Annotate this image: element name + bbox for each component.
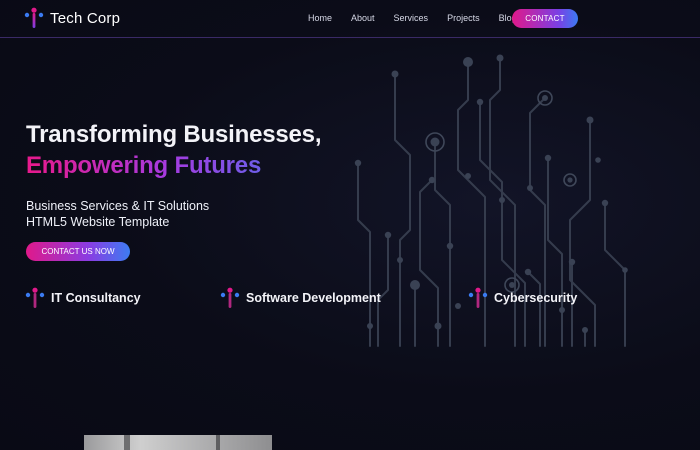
circuit-board-illustration (354, 54, 628, 347)
section-image (84, 435, 272, 450)
contact-button[interactable]: CONTACT (512, 9, 578, 28)
page: Tech Corp Home About Services Projects B… (0, 0, 700, 450)
service-label: Software Development (246, 291, 381, 305)
hero-subtitle-line-1: Business Services & IT Solutions (26, 199, 210, 213)
brand-logo[interactable]: Tech Corp (24, 6, 120, 30)
main-nav: Home About Services Projects Blog (308, 9, 536, 27)
service-software-development[interactable]: Software Development (220, 287, 381, 309)
service-label: IT Consultancy (51, 291, 141, 305)
hero-subtitle-line-2: HTML5 Website Template (26, 215, 170, 229)
nav-link-projects[interactable]: Projects (447, 9, 480, 27)
hero-title: Transforming Businesses, Empowering Futu… (26, 119, 321, 181)
image-detail (216, 435, 220, 450)
hero-title-line-2: Empowering Futures (26, 150, 321, 181)
nav-link-services[interactable]: Services (394, 9, 429, 27)
service-label: Cybersecurity (494, 291, 578, 305)
site-header: Tech Corp Home About Services Projects B… (0, 0, 700, 38)
contact-us-now-button[interactable]: CONTACT US NOW (26, 242, 130, 261)
tech-corp-logo-icon (468, 287, 488, 308)
service-cybersecurity[interactable]: Cybersecurity (468, 287, 577, 309)
service-it-consultancy[interactable]: IT Consultancy (25, 287, 141, 309)
nav-link-about[interactable]: About (351, 9, 375, 27)
hero-subtitle: Business Services & IT Solutions HTML5 W… (26, 198, 209, 230)
hero-title-line-1: Transforming Businesses, (26, 121, 322, 148)
tech-corp-logo-icon (220, 287, 240, 308)
nav-link-home[interactable]: Home (308, 9, 332, 27)
image-detail (124, 435, 130, 450)
brand-name: Tech Corp (50, 9, 121, 27)
tech-corp-logo-icon (25, 287, 45, 308)
tech-corp-logo-icon (24, 7, 44, 28)
